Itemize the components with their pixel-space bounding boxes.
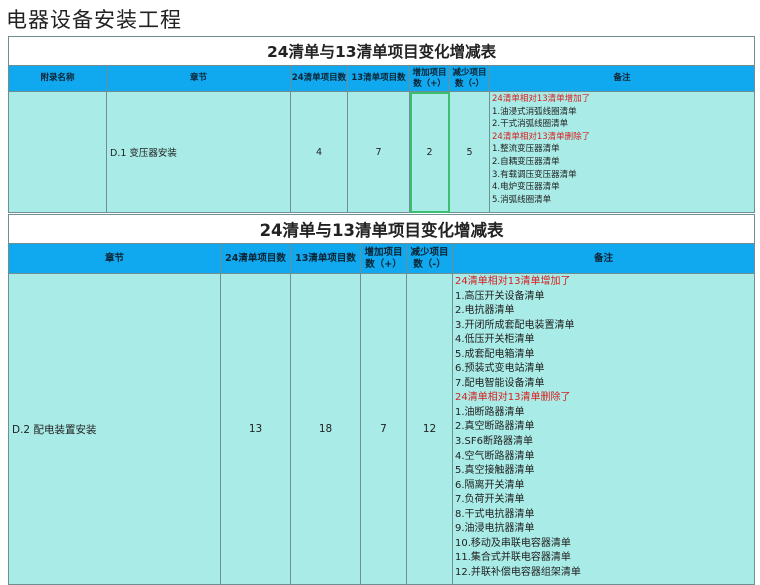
note-line: 3.开闭所成套配电装置清单 [455,319,575,331]
note-line: 12.并联补偿电容器组架清单 [455,566,581,578]
col-header-notes: 备注 [451,243,756,274]
note-line: 3.SF6断路器清单 [455,436,534,448]
chapter-cell: D.1 变压器安装 [106,91,291,213]
note-heading: 24清单相对13清单增加了 [492,94,591,104]
note-line: 9.油浸电抗器清单 [455,523,535,535]
note-line: 4.低压开关柜清单 [455,334,535,346]
added-cell: 7 [360,273,407,585]
change-table-d1: 24清单与13清单项目变化增减表 附录名称 章节 24清单项目数 13清单项目数… [7,36,756,213]
note-line: 1.油断路器清单 [455,406,525,418]
col-header-chapter: 章节 [8,243,221,274]
note-line: 1.油浸式消弧线圈清单 [492,106,577,117]
note-heading: 24清单相对13清单删除了 [492,131,591,142]
count24-cell: 13 [220,273,291,585]
col-header-count13: 13清单项目数 [290,243,361,274]
notes-cell: 24清单相对13清单增加了 1.油浸式消弧线圈清单 2.干式消弧线圈清单 24清单相对… [488,91,756,213]
col-header-count24: 24清单项目数 [290,65,348,92]
note-heading: 24清单相对13清单增加了 [455,276,571,287]
note-line: 4.电炉变压器清单 [492,182,560,193]
note-line: 2.电抗器清单 [455,305,515,317]
note-line: 2.干式消弧线圈清单 [492,119,569,130]
col-header-appendix: 附录名称 [8,65,107,92]
note-line: 10.移动及串联电容器清单 [455,537,571,549]
table-caption: 24清单与13清单项目变化增减表 [7,36,756,66]
note-line: 2.真空断路器清单 [455,421,535,433]
note-line: 1.整流变压器清单 [492,144,560,155]
table-row: D.1 变压器安装 4 7 2 5 24清单相对13清单增加了 1.油浸式消弧线圈… [8,91,756,213]
col-header-removed: 减少项目数（-） [406,243,453,274]
note-line: 4.空气断路器清单 [455,450,535,462]
count13-cell: 7 [347,91,410,213]
note-line: 1.高压开关设备清单 [455,290,545,302]
note-heading: 24清单相对13清单删除了 [455,392,571,404]
note-line: 5.消弧线圈清单 [492,194,552,205]
removed-cell: 5 [449,91,490,213]
note-line: 2.自耦变压器清单 [492,156,560,167]
col-header-count13: 13清单项目数 [347,65,410,92]
count24-cell: 4 [290,91,348,213]
col-header-added: 增加项目数（+） [360,243,407,274]
col-header-added: 增加项目数（+） [409,65,450,92]
note-line: 5.成套配电箱清单 [455,348,535,360]
note-line: 6.隔离开关清单 [455,479,525,491]
table-header-row: 章节 24清单项目数 13清单项目数 增加项目数（+） 减少项目数（-） 备注 [8,243,756,274]
col-header-notes: 备注 [488,65,756,92]
removed-cell: 12 [406,273,453,585]
appendix-cell [8,91,107,213]
note-line: 3.有载调压变压器清单 [492,169,577,180]
col-header-count24: 24清单项目数 [220,243,291,274]
count13-cell: 18 [290,273,361,585]
notes-cell: 24清单相对13清单增加了 1.高压开关设备清单 2.电抗器清单 3.开闭所成套配电装… [451,273,756,585]
col-header-removed: 减少项目数（-） [449,65,490,92]
chapter-cell: D.2 配电装置安装 [8,273,221,585]
note-line: 5.真空接触器清单 [455,465,535,477]
col-header-chapter: 章节 [106,65,291,92]
page-title: 电器设备安装工程 [6,8,182,32]
note-line: 11.集合式并联电容器清单 [455,552,571,564]
change-table-d2: 24清单与13清单项目变化增减表 章节 24清单项目数 13清单项目数 增加项目… [7,214,756,585]
table-header-row: 附录名称 章节 24清单项目数 13清单项目数 增加项目数（+） 减少项目数（-… [8,65,756,92]
table-caption: 24清单与13清单项目变化增减表 [7,214,756,244]
table-row: D.2 配电装置安装 13 18 7 12 24清单相对13清单增加了 1.高压开… [8,273,756,585]
note-line: 6.预装式变电站清单 [455,363,545,375]
note-line: 7.负荷开关清单 [455,494,525,506]
note-line: 8.干式电抗器清单 [455,508,535,520]
note-line: 7.配电智能设备清单 [455,377,545,389]
added-cell[interactable]: 2 [409,91,450,213]
